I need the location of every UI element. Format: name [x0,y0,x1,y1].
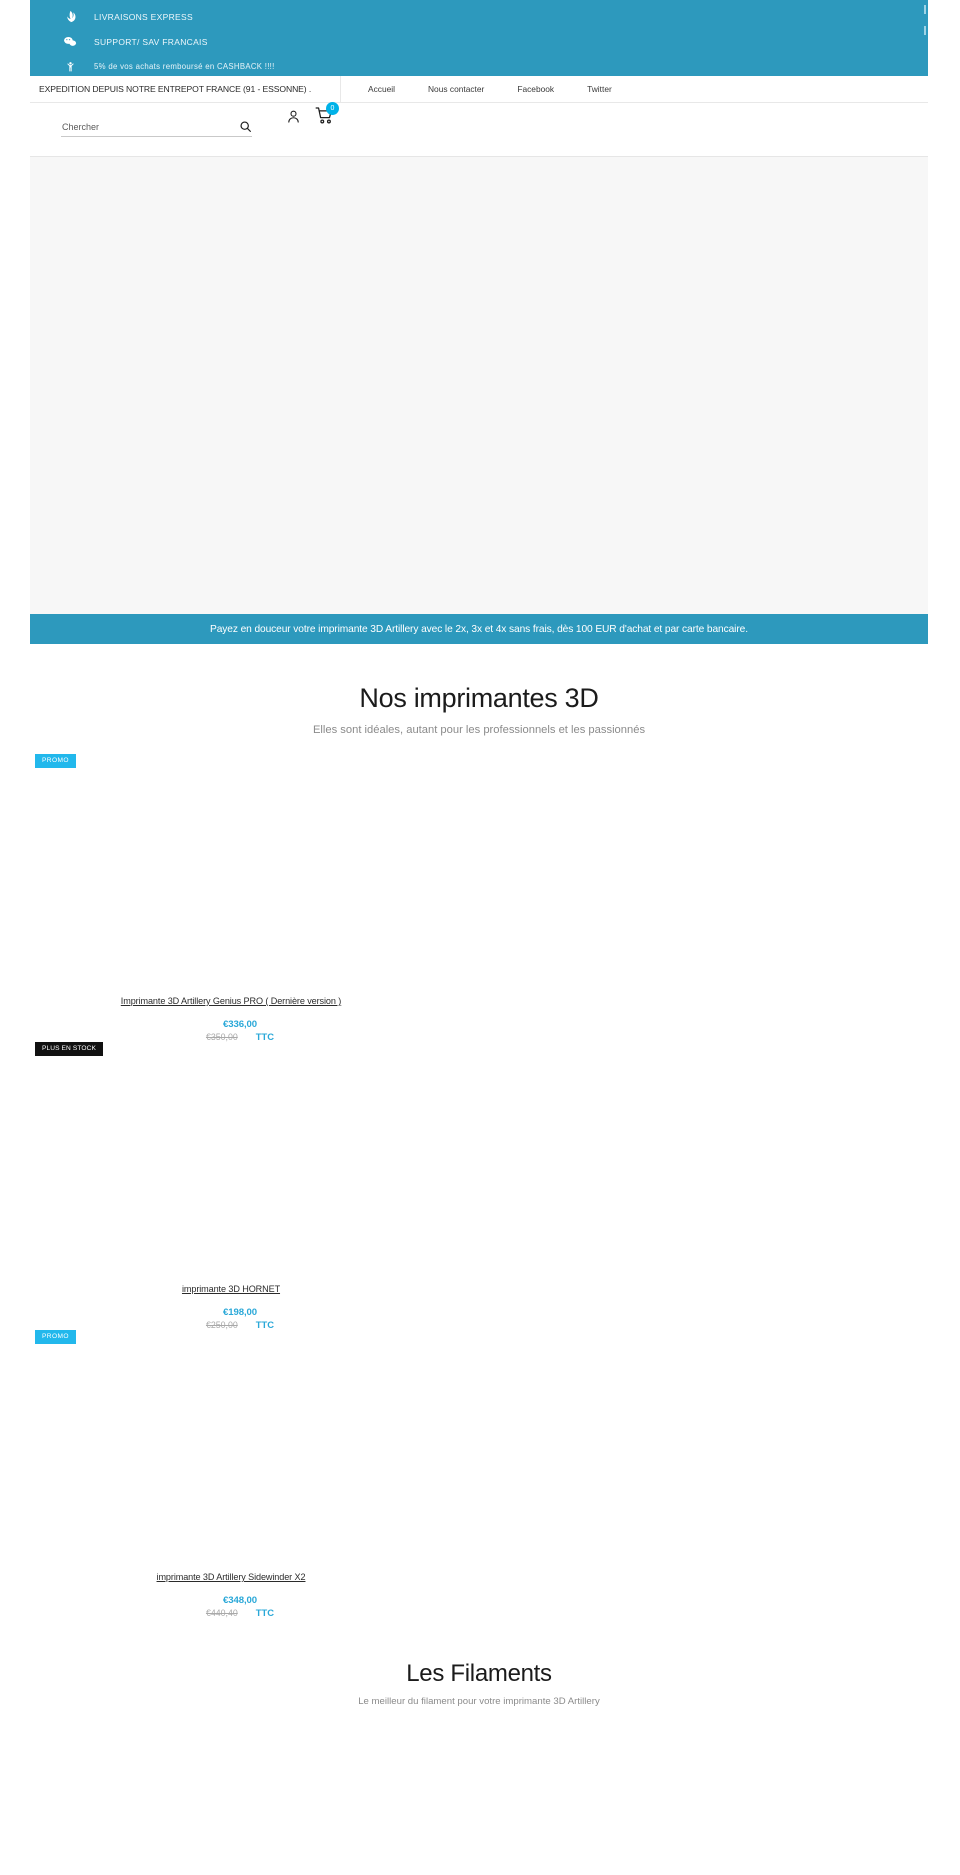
product-badge-promo: PROMO [35,754,76,768]
shipping-notice: EXPEDITION DEPUIS NOTRE ENTREPOT FRANCE … [39,84,312,94]
feature-label-delivery: LIVRAISONS EXPRESS [94,11,193,22]
feature-item-support: SUPPORT/ SAV FRANCAIS [30,29,928,54]
hero-banner-slider[interactable] [30,157,928,614]
product-price-secondary-row: €250,00 TTC [0,1319,689,1330]
product-info: imprimante 3D Artillery Sidewinder X2 €3… [0,1572,680,1618]
product-price-current: €198,00 [223,1307,257,1318]
product-title[interactable]: imprimante 3D HORNET [0,1284,680,1294]
filaments-section-header: Les Filaments Le meilleur du filament po… [30,1660,928,1707]
product-price-row: €336,00 [0,1014,680,1030]
product-price-row: €198,00 [0,1302,680,1318]
product-price-regular: €350,00 [205,1031,238,1042]
nav-link-nous-contacter[interactable]: Nous contacter [428,84,484,94]
printers-product-list: PROMO Imprimante 3D Artillery Genius PRO… [30,754,928,1618]
filaments-section-title: Les Filaments [406,1660,552,1687]
search-icon[interactable] [239,120,252,133]
product-tax-label: TTC [255,1031,275,1042]
product-price-current: €336,00 [223,1019,257,1030]
product-card[interactable]: PROMO imprimante 3D Artillery Sidewinder… [30,1330,928,1618]
payment-promo-bar: Payez en douceur votre imprimante 3D Art… [30,614,928,644]
header-search-bar [30,103,928,157]
search-box [61,120,252,137]
filaments-section-subtitle: Le meilleur du filament pour votre impri… [358,1696,600,1707]
feature-label-cashback: 5% de vos achats remboursé en CASHBACK !… [94,62,275,71]
feature-item-delivery: LIVRAISONS EXPRESS [30,4,928,29]
product-image[interactable]: PROMO [30,1330,928,1572]
product-badge-out-of-stock: PLUS EN STOCK [35,1042,103,1056]
person-raised-arms-icon [60,58,80,76]
product-price-secondary-row: €350,00 TTC [0,1031,689,1042]
printers-section-subtitle: Elles sont idéales, autant pour les prof… [312,724,646,736]
cart-count-badge: 0 [326,102,339,115]
product-tax-label: TTC [255,1319,275,1330]
product-tax-label: TTC [255,1607,275,1618]
nav-link-accueil[interactable]: Accueil [368,84,395,94]
search-input[interactable] [61,122,211,133]
product-price-current: €348,00 [223,1595,257,1606]
banner-edge-mark-2 [924,26,926,35]
nav-link-twitter[interactable]: Twitter [587,84,612,94]
product-price-regular: €440,40 [205,1607,238,1618]
payment-promo-text: Payez en douceur votre imprimante 3D Art… [210,623,748,635]
product-info: Imprimante 3D Artillery Genius PRO ( Der… [0,996,680,1042]
product-title[interactable]: Imprimante 3D Artillery Genius PRO ( Der… [0,996,680,1006]
secondary-nav-bar: EXPEDITION DEPUIS NOTRE ENTREPOT FRANCE … [30,75,928,103]
cart-button[interactable]: 0 [315,102,339,125]
page-root: LIVRAISONS EXPRESS SUPPORT/ SAV FRANCAIS [0,0,960,1875]
product-image[interactable]: PROMO [30,754,928,996]
product-badge-promo: PROMO [35,1330,76,1344]
product-card[interactable]: PROMO Imprimante 3D Artillery Genius PRO… [30,754,928,1042]
chat-bubbles-icon [60,33,80,51]
account-icon[interactable] [286,109,301,124]
top-feature-banner: LIVRAISONS EXPRESS SUPPORT/ SAV FRANCAIS [30,0,928,76]
product-price-regular: €250,00 [205,1319,238,1330]
product-title[interactable]: imprimante 3D Artillery Sidewinder X2 [0,1572,680,1582]
nav-link-facebook[interactable]: Facebook [517,84,554,94]
product-card[interactable]: PLUS EN STOCK imprimante 3D HORNET €198,… [30,1042,928,1330]
banner-edge-mark-1 [924,5,926,14]
printers-section-title: Nos imprimantes 3D [359,683,599,713]
rebel-alliance-icon [60,8,80,26]
nav-links: Accueil Nous contacter Facebook Twitter [341,84,612,94]
feature-label-support: SUPPORT/ SAV FRANCAIS [94,36,208,47]
product-price-row: €348,00 [0,1590,680,1606]
main-content: Nos imprimantes 3D Elles sont idéales, a… [30,644,928,1707]
product-price-secondary-row: €440,40 TTC [0,1607,689,1618]
printers-section-header: Nos imprimantes 3D Elles sont idéales, a… [30,644,928,736]
product-image[interactable]: PLUS EN STOCK [30,1042,928,1284]
product-info: imprimante 3D HORNET €198,00 €250,00 TTC [0,1284,680,1330]
